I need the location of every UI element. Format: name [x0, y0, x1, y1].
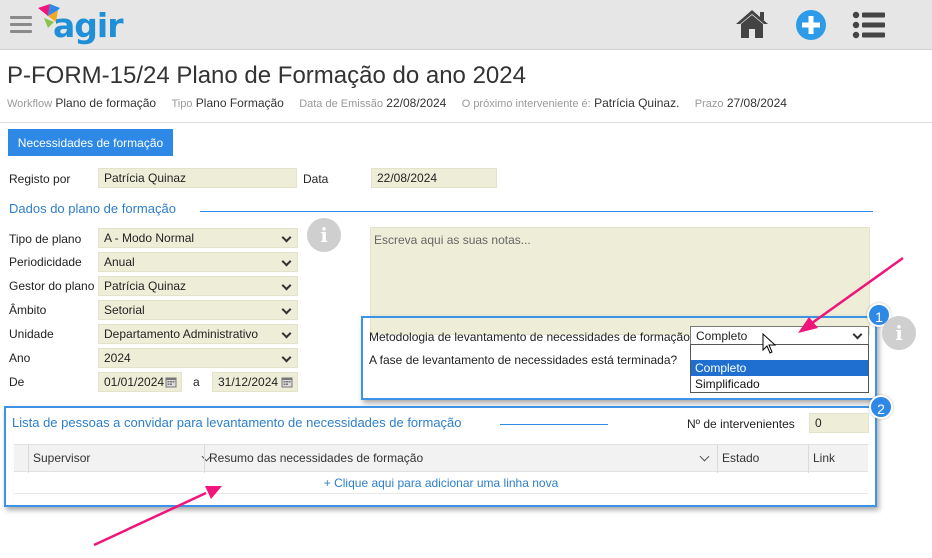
metodologia-value: Completo	[696, 329, 748, 343]
gestor-label: Gestor do plano	[9, 279, 95, 293]
registo-field[interactable]: Patrícia Quinaz	[98, 168, 297, 188]
col-estado[interactable]: Estado	[717, 445, 809, 473]
section-line	[500, 424, 608, 425]
meta-value-tipo: Plano Formação	[195, 96, 284, 110]
ano-select[interactable]: 2024	[98, 348, 298, 368]
info-icon-2[interactable]: i	[882, 316, 916, 350]
periodicidade-value: Anual	[104, 255, 135, 269]
section-line	[200, 211, 873, 212]
info-icon[interactable]: i	[307, 218, 341, 252]
unidade-select[interactable]: Departamento Administrativo	[98, 324, 298, 344]
section-title-lista: Lista de pessoas a convidar para levanta…	[12, 415, 462, 430]
tipo-plano-select[interactable]: A - Modo Normal	[98, 228, 298, 248]
unidade-value: Departamento Administrativo	[104, 327, 259, 341]
calendar-icon[interactable]	[281, 376, 293, 388]
data-field[interactable]: 22/08/2024	[371, 168, 497, 188]
top-bar: agir	[0, 0, 932, 50]
meta-key-prazo: Prazo	[694, 98, 724, 110]
col-link[interactable]: Link	[808, 445, 868, 473]
workflow-meta: Workflow Plano de formação Tipo Plano Fo…	[7, 96, 799, 110]
metodologia-label: Metodologia de levantamento de necessida…	[369, 330, 690, 344]
ambito-label: Âmbito	[9, 303, 47, 317]
registo-label: Registo por	[9, 172, 71, 186]
ambito-select[interactable]: Setorial	[98, 300, 298, 320]
col-resumo-label: Resumo das necessidades de formação	[209, 451, 424, 465]
intervenientes-label: Nº de intervenientes	[687, 417, 795, 431]
date-from-value: 01/01/2024	[104, 375, 165, 389]
meta-value-workflow: Plano de formação	[55, 96, 157, 110]
fase-label: A fase de levantamento de necessidades e…	[369, 353, 678, 367]
gestor-value: Patrícia Quinaz	[104, 279, 187, 293]
date-to-field[interactable]: 31/12/2024	[212, 372, 298, 392]
periodicidade-label: Periodicidade	[9, 255, 82, 269]
menu-icon[interactable]	[10, 16, 32, 34]
meta-value-data-emissao: 22/08/2024	[386, 96, 447, 110]
list-icon[interactable]	[852, 10, 886, 40]
option-simplificado[interactable]: Simplificado	[691, 376, 868, 392]
section-title-dados: Dados do plano de formação	[9, 201, 176, 216]
de-label: De	[9, 375, 25, 389]
add-icon[interactable]	[795, 9, 827, 41]
col-supervisor-label: Supervisor	[33, 451, 91, 465]
ambito-value: Setorial	[104, 303, 145, 317]
home-icon[interactable]	[734, 8, 770, 40]
table-body: + Clique aqui para adicionar uma linha n…	[14, 472, 868, 494]
calendar-icon[interactable]	[165, 376, 177, 388]
mouse-cursor-icon	[762, 333, 777, 354]
meta-value-proximo: Patrícia Quinaz.	[594, 96, 680, 110]
table-header: Supervisor Resumo das necessidades de fo…	[14, 444, 868, 473]
necessidades-button[interactable]: Necessidades de formação	[8, 129, 173, 156]
meta-value-prazo: 27/08/2024	[726, 96, 787, 110]
col-estado-label: Estado	[722, 451, 760, 465]
date-from-field[interactable]: 01/01/2024	[98, 372, 182, 392]
meta-key-workflow: Workflow	[7, 98, 53, 110]
col-link-label: Link	[813, 451, 836, 465]
col-supervisor[interactable]: Supervisor	[28, 445, 214, 473]
option-completo[interactable]: Completo	[691, 360, 868, 376]
date-to-value: 31/12/2024	[218, 375, 279, 389]
meta-key-proximo: O próximo interveniente é:	[461, 98, 591, 110]
unidade-label: Unidade	[9, 327, 54, 341]
meta-key-data-emissao: Data de Emissão	[299, 98, 383, 110]
add-row-link[interactable]: + Clique aqui para adicionar uma linha n…	[324, 476, 559, 490]
divider	[0, 122, 932, 123]
col-resumo[interactable]: Resumo das necessidades de formação	[204, 445, 718, 473]
chevron-down-icon[interactable]	[699, 451, 710, 462]
option-blank[interactable]	[691, 345, 868, 360]
page-title: P-FORM-15/24 Plano de Formação do ano 20…	[7, 62, 526, 89]
data-label: Data	[303, 172, 329, 186]
app-logo[interactable]: agir	[36, 2, 126, 46]
metodologia-select[interactable]: Completo	[690, 326, 869, 345]
periodicidade-select[interactable]: Anual	[98, 252, 298, 272]
a-label: a	[193, 375, 200, 389]
metodologia-options: Completo Simplificado	[690, 344, 869, 393]
tipo-plano-value: A - Modo Normal	[104, 231, 195, 245]
ano-value: 2024	[104, 351, 131, 365]
intervenientes-count: 0	[809, 413, 869, 433]
annotation-badge-2: 2	[869, 395, 893, 419]
tipo-plano-label: Tipo de plano	[9, 232, 82, 246]
ano-label: Ano	[9, 351, 31, 365]
gestor-select[interactable]: Patrícia Quinaz	[98, 276, 298, 296]
logo-text: agir	[53, 6, 123, 45]
meta-key-tipo: Tipo	[171, 98, 193, 110]
